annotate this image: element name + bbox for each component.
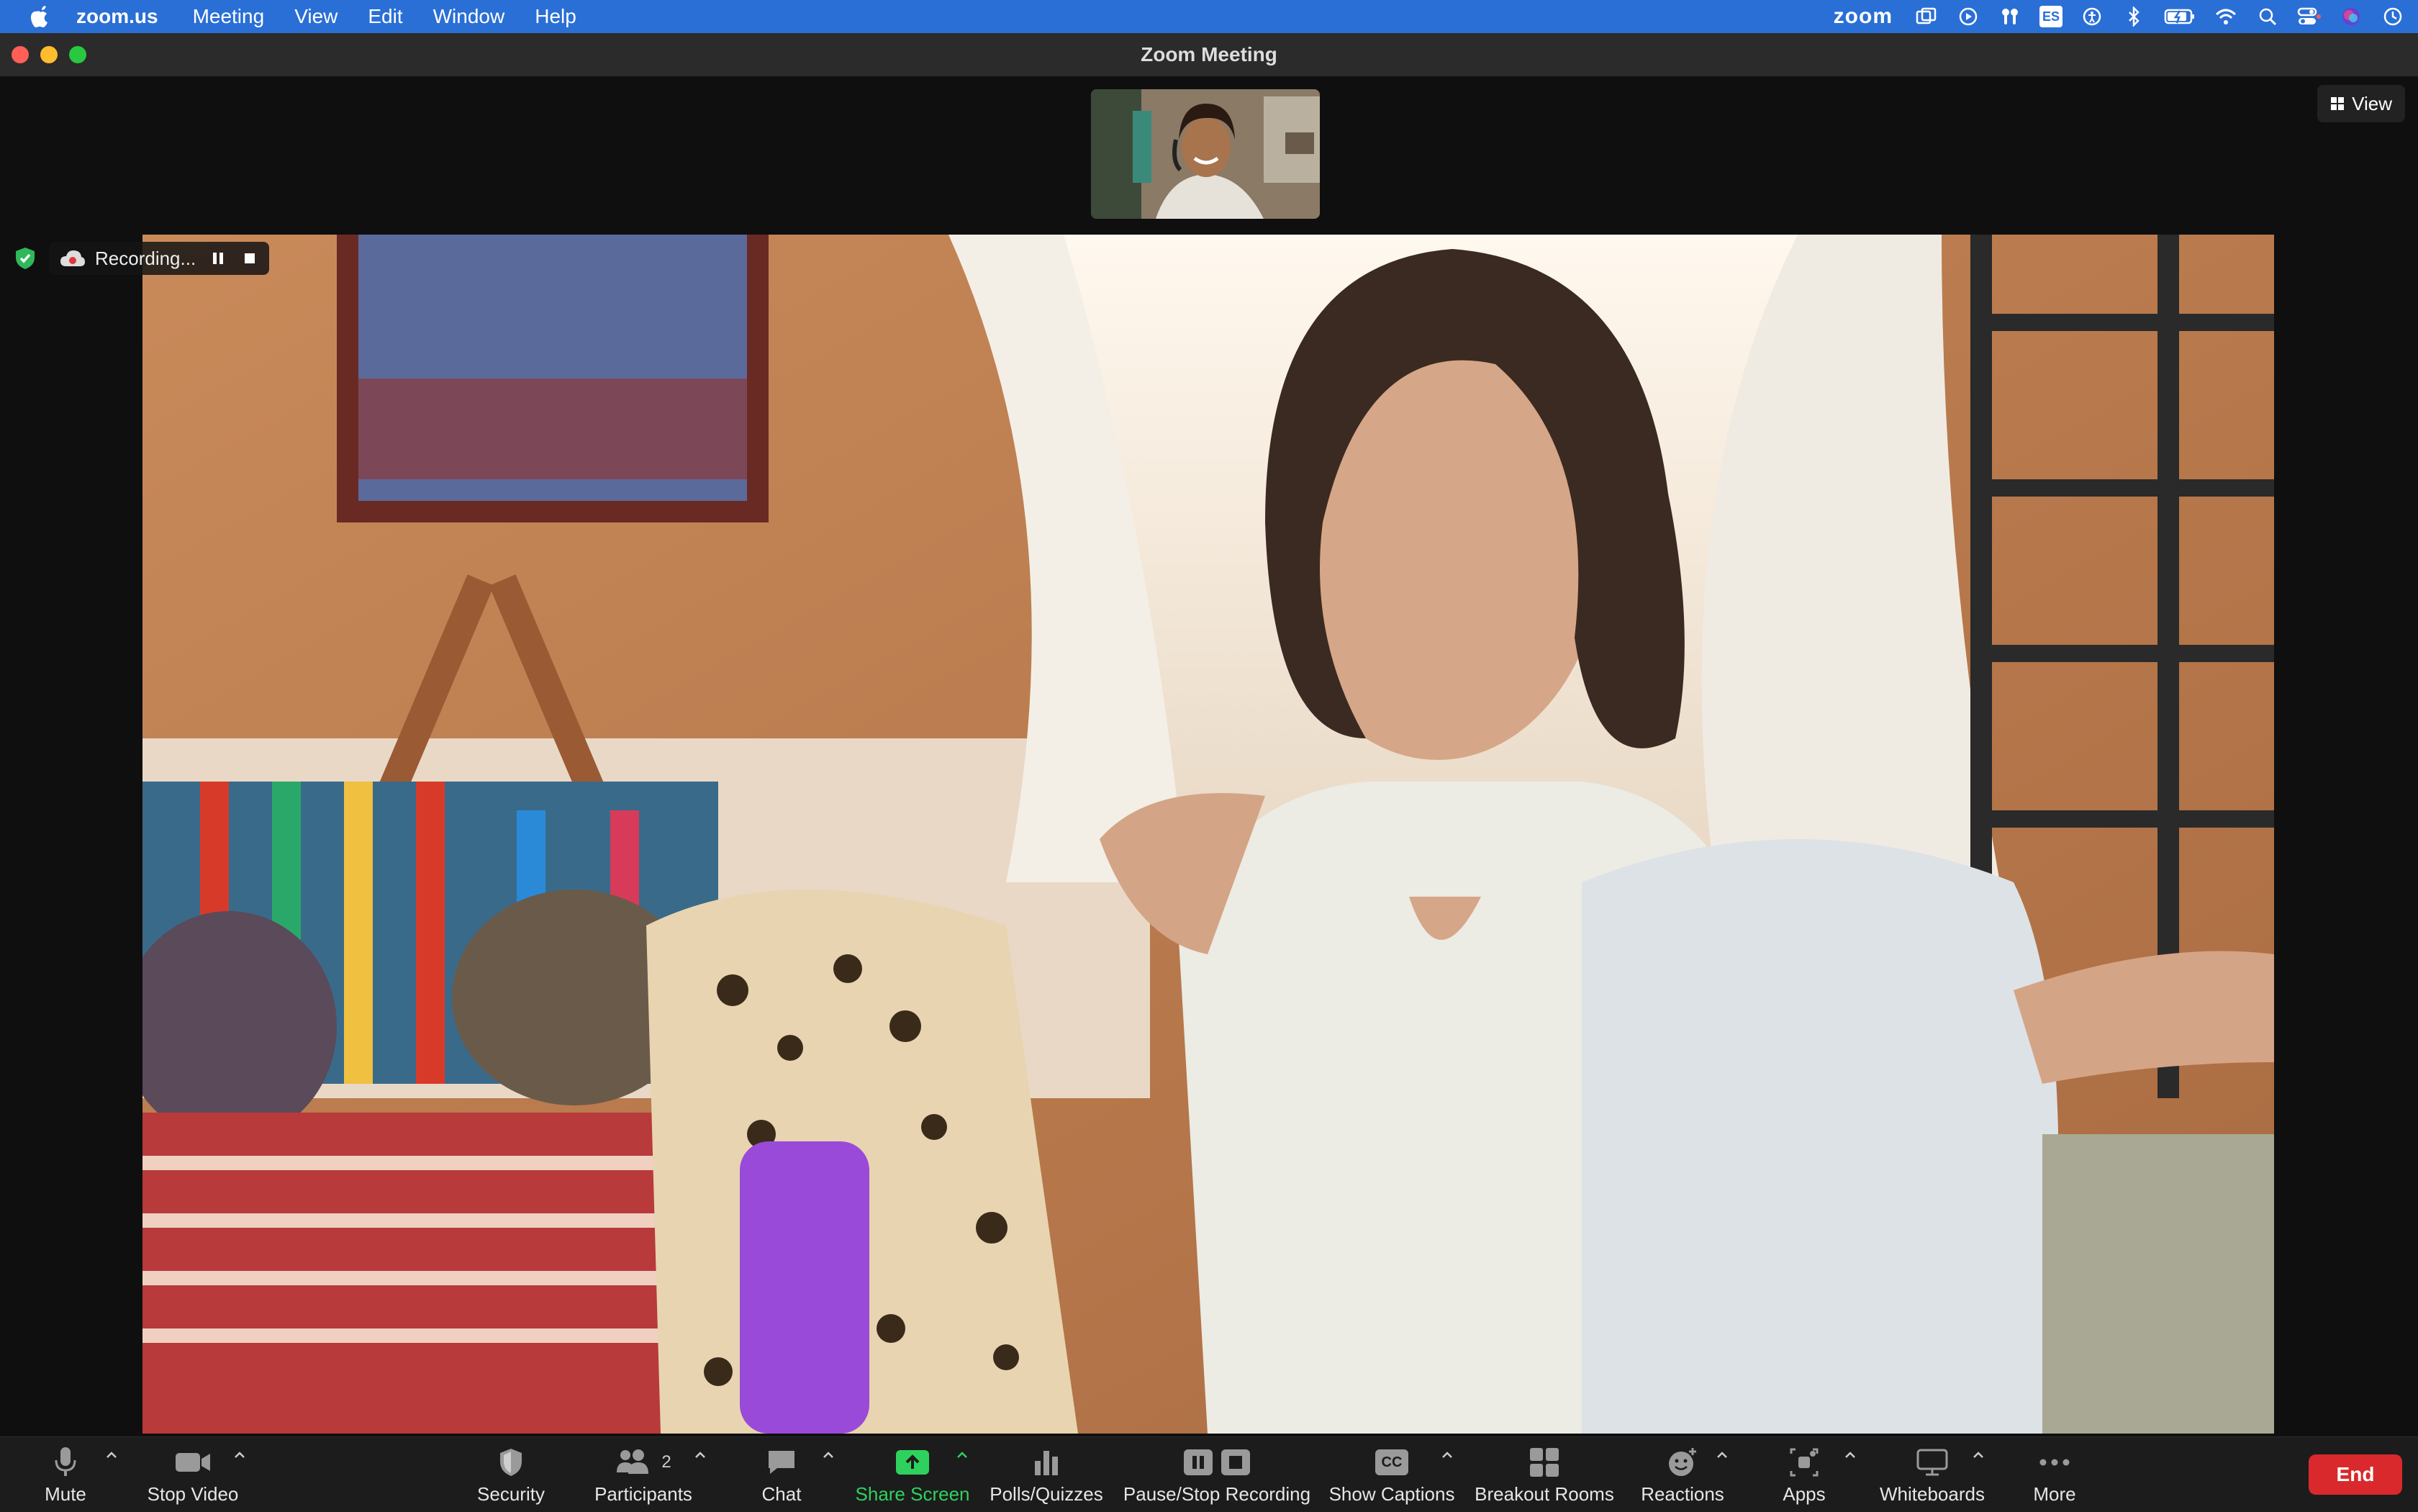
- recording-indicator: Recording...: [49, 242, 270, 275]
- menu-bar-status-area: zoom ES: [1834, 0, 2405, 33]
- apple-icon[interactable]: [26, 2, 55, 31]
- closed-captions-icon: CC: [1375, 1444, 1408, 1480]
- window-title: Zoom Meeting: [1141, 43, 1277, 65]
- meeting-area: View Recording...: [0, 78, 2418, 1436]
- bar-chart-icon: [1032, 1444, 1061, 1480]
- apps-button[interactable]: Apps: [1780, 1444, 1828, 1509]
- share-options-chevron-up-icon[interactable]: [956, 1449, 969, 1462]
- end-meeting-button[interactable]: End: [2309, 1454, 2402, 1495]
- show-captions-button[interactable]: CC Show Captions: [1329, 1444, 1454, 1509]
- pause-recording-button[interactable]: [209, 249, 227, 268]
- apps-icon: [1788, 1444, 1820, 1480]
- more-button[interactable]: More: [2032, 1444, 2077, 1509]
- view-layout-button[interactable]: View: [2317, 85, 2405, 122]
- stop-video-button[interactable]: Stop Video: [141, 1444, 245, 1509]
- security-button[interactable]: Security: [475, 1444, 547, 1509]
- grid-rooms-icon: [1529, 1444, 1560, 1480]
- airpods-icon[interactable]: [1998, 6, 2022, 27]
- clock-icon[interactable]: [2381, 6, 2405, 27]
- wifi-icon[interactable]: [2214, 6, 2238, 27]
- microphone-icon: [53, 1444, 78, 1480]
- participant-thumbnail-video[interactable]: [1091, 89, 1320, 219]
- menu-help[interactable]: Help: [535, 5, 576, 28]
- share-arrow-icon: [895, 1444, 930, 1480]
- recording-label: Recording...: [95, 247, 196, 269]
- chat-button[interactable]: Chat: [760, 1444, 803, 1509]
- macos-menu-bar: zoom.us Meeting View Edit Window Help zo…: [0, 0, 2418, 33]
- share-screen-button[interactable]: Share Screen: [856, 1444, 970, 1509]
- participants-button[interactable]: 2 Participants: [592, 1444, 695, 1509]
- more-dots-icon: [2039, 1444, 2070, 1480]
- chat-bubble-icon: [766, 1444, 797, 1480]
- accessibility-icon[interactable]: [2080, 6, 2104, 27]
- reactions-options-chevron-up-icon[interactable]: [1716, 1449, 1729, 1462]
- menu-meeting[interactable]: Meeting: [193, 5, 265, 28]
- participants-options-chevron-up-icon[interactable]: [694, 1449, 707, 1462]
- audio-options-chevron-up-icon[interactable]: [105, 1449, 118, 1462]
- control-center-icon[interactable]: [2297, 6, 2322, 27]
- zoom-status-label[interactable]: zoom: [1834, 4, 1893, 29]
- input-source-badge[interactable]: ES: [2039, 6, 2062, 27]
- window-title-bar: Zoom Meeting: [0, 33, 2418, 78]
- encryption-shield-icon[interactable]: [13, 246, 37, 271]
- breakout-rooms-button[interactable]: Breakout Rooms: [1475, 1444, 1614, 1509]
- stop-recording-button[interactable]: [240, 249, 259, 268]
- shield-icon: [498, 1444, 524, 1480]
- smiley-plus-icon: [1667, 1444, 1698, 1480]
- siri-icon[interactable]: [2339, 6, 2363, 27]
- play-circle-icon[interactable]: [1956, 6, 1980, 27]
- polls-quizzes-button[interactable]: Polls/Quizzes: [990, 1444, 1103, 1509]
- recording-controls-icon: [1182, 1444, 1251, 1480]
- pause-stop-recording-button[interactable]: Pause/Stop Recording: [1123, 1444, 1310, 1509]
- reactions-button[interactable]: Reactions: [1641, 1444, 1724, 1509]
- apps-options-chevron-up-icon[interactable]: [1844, 1449, 1857, 1462]
- battery-icon[interactable]: [2163, 6, 2196, 27]
- people-icon: 2: [615, 1444, 671, 1480]
- whiteboards-button[interactable]: Whiteboards: [1878, 1444, 1986, 1509]
- video-options-chevron-up-icon[interactable]: [233, 1449, 246, 1462]
- menu-edit[interactable]: Edit: [368, 5, 402, 28]
- menu-view[interactable]: View: [294, 5, 338, 28]
- participants-count: 2: [661, 1452, 671, 1472]
- whiteboard-icon: [1916, 1444, 1949, 1480]
- screens-icon[interactable]: [1914, 6, 1939, 27]
- captions-options-chevron-up-icon[interactable]: [1441, 1449, 1454, 1462]
- menu-app-zoom[interactable]: zoom.us: [76, 5, 158, 28]
- recording-status-group: Recording...: [13, 242, 270, 275]
- video-camera-icon: [174, 1444, 212, 1480]
- view-label: View: [2352, 92, 2392, 114]
- chat-options-chevron-up-icon[interactable]: [822, 1449, 835, 1462]
- meeting-controls-toolbar: Mute Stop Video Security 2 Participants …: [0, 1436, 2418, 1512]
- grid-view-icon: [2331, 97, 2345, 110]
- active-speaker-video[interactable]: [142, 235, 2274, 1434]
- bluetooth-icon[interactable]: [2122, 6, 2146, 27]
- menu-window[interactable]: Window: [433, 5, 505, 28]
- mute-button[interactable]: Mute: [40, 1444, 91, 1509]
- cloud-recording-icon: [60, 250, 85, 266]
- spotlight-search-icon[interactable]: [2255, 6, 2280, 27]
- whiteboards-options-chevron-up-icon[interactable]: [1972, 1449, 1985, 1462]
